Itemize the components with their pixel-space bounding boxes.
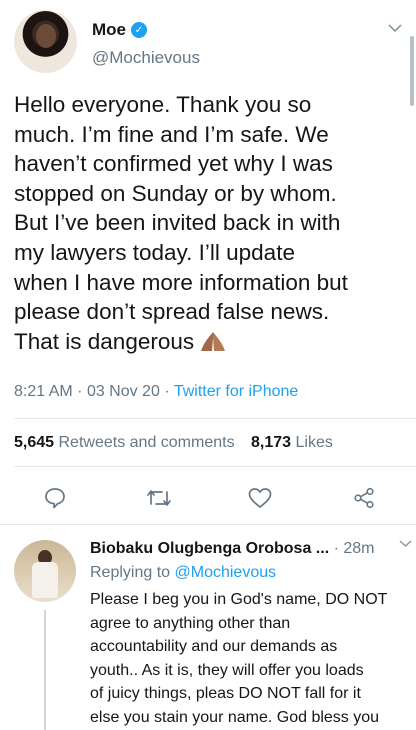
tweet-text-line: my lawyers today. I’ll update [14, 239, 295, 265]
likes-count: 8,173 [251, 434, 292, 451]
divider [14, 466, 416, 467]
tweet-meta: 8:21 AM · 03 Nov 20 · Twitter for iPhone [14, 383, 299, 400]
tweet-header: Moe ✓ @Mochievous [14, 10, 402, 76]
author-name-row: Moe ✓ [92, 20, 147, 40]
replying-to-label: Replying to [90, 564, 171, 581]
likes-stat[interactable]: 8,173 Likes [251, 434, 333, 451]
tweet-stats: 5,645 Retweets and comments 8,173 Likes [14, 434, 333, 452]
divider [0, 524, 416, 525]
reply-time: · 28m [333, 540, 375, 557]
reply-text-line: youth.. As it is, they will offer you lo… [90, 661, 364, 679]
reply-author-name[interactable]: Biobaku Olugbenga Orobosa ... [90, 540, 329, 557]
like-icon[interactable] [246, 484, 274, 512]
divider [14, 418, 416, 419]
reply-header: Biobaku Olugbenga Orobosa ... · 28m [90, 540, 410, 558]
tweet-text-line: stopped on Sunday or by whom. [14, 180, 337, 206]
author-display-name[interactable]: Moe [92, 20, 126, 40]
reply-text-line: Please I beg you in God's name, DO NOT [90, 591, 388, 608]
thread-line [44, 610, 46, 730]
tweet-text-line: when I have more information but [14, 269, 348, 295]
retweet-icon[interactable] [145, 484, 173, 512]
reply-icon[interactable] [41, 484, 69, 512]
reply-text-line: else you stain your name. God bless you [90, 708, 380, 726]
tweet-actions [0, 478, 416, 518]
share-icon[interactable] [350, 484, 378, 512]
tweet-text: Hello everyone. Thank you so much. I’m f… [14, 90, 394, 356]
tweet-text-line-last: That is dangerous [14, 327, 394, 357]
tweet-source-link[interactable]: Twitter for iPhone [174, 383, 299, 400]
chevron-down-icon[interactable] [399, 536, 412, 551]
reply-text-line: of juicy things, pleas DO NOT fall for i… [90, 685, 361, 703]
retweets-count: 5,645 [14, 434, 55, 451]
author-handle[interactable]: @Mochievous [92, 48, 200, 68]
scrollbar[interactable] [410, 36, 414, 106]
likes-label: Likes [295, 434, 333, 451]
author-avatar[interactable] [14, 10, 77, 73]
replying-to-handle[interactable]: @Mochievous [175, 564, 277, 581]
tweet-time: 8:21 AM [14, 383, 73, 400]
retweets-label: Retweets and comments [58, 434, 235, 451]
tweet-text-line: please don’t spread false news. [14, 299, 330, 325]
replying-to: Replying to @Mochievous [90, 564, 276, 582]
tweet-text-line: But I’ve been invited back in with [14, 210, 341, 236]
tweet-text-line: much. I’m fine and I’m safe. We [14, 121, 329, 147]
reply-text: Please I beg you in God's name, DO NOT a… [90, 588, 412, 730]
reply-text-line: agree to anything other than [90, 614, 291, 632]
tweet-date: 03 Nov 20 [86, 383, 160, 400]
reply-author-avatar[interactable] [14, 540, 76, 602]
verified-badge-icon: ✓ [131, 22, 147, 38]
tweet-text-line: Hello everyone. Thank you so [14, 92, 312, 117]
retweets-stat[interactable]: 5,645 Retweets and comments [14, 434, 235, 451]
tweet-text-line: haven’t confirmed yet why I was [14, 151, 333, 177]
folded-hands-emoji-icon [198, 330, 228, 351]
tweet-text-line: That is dangerous [14, 328, 195, 354]
chevron-down-icon[interactable] [388, 20, 402, 36]
reply-text-line: accountability and our demands as [90, 638, 338, 656]
